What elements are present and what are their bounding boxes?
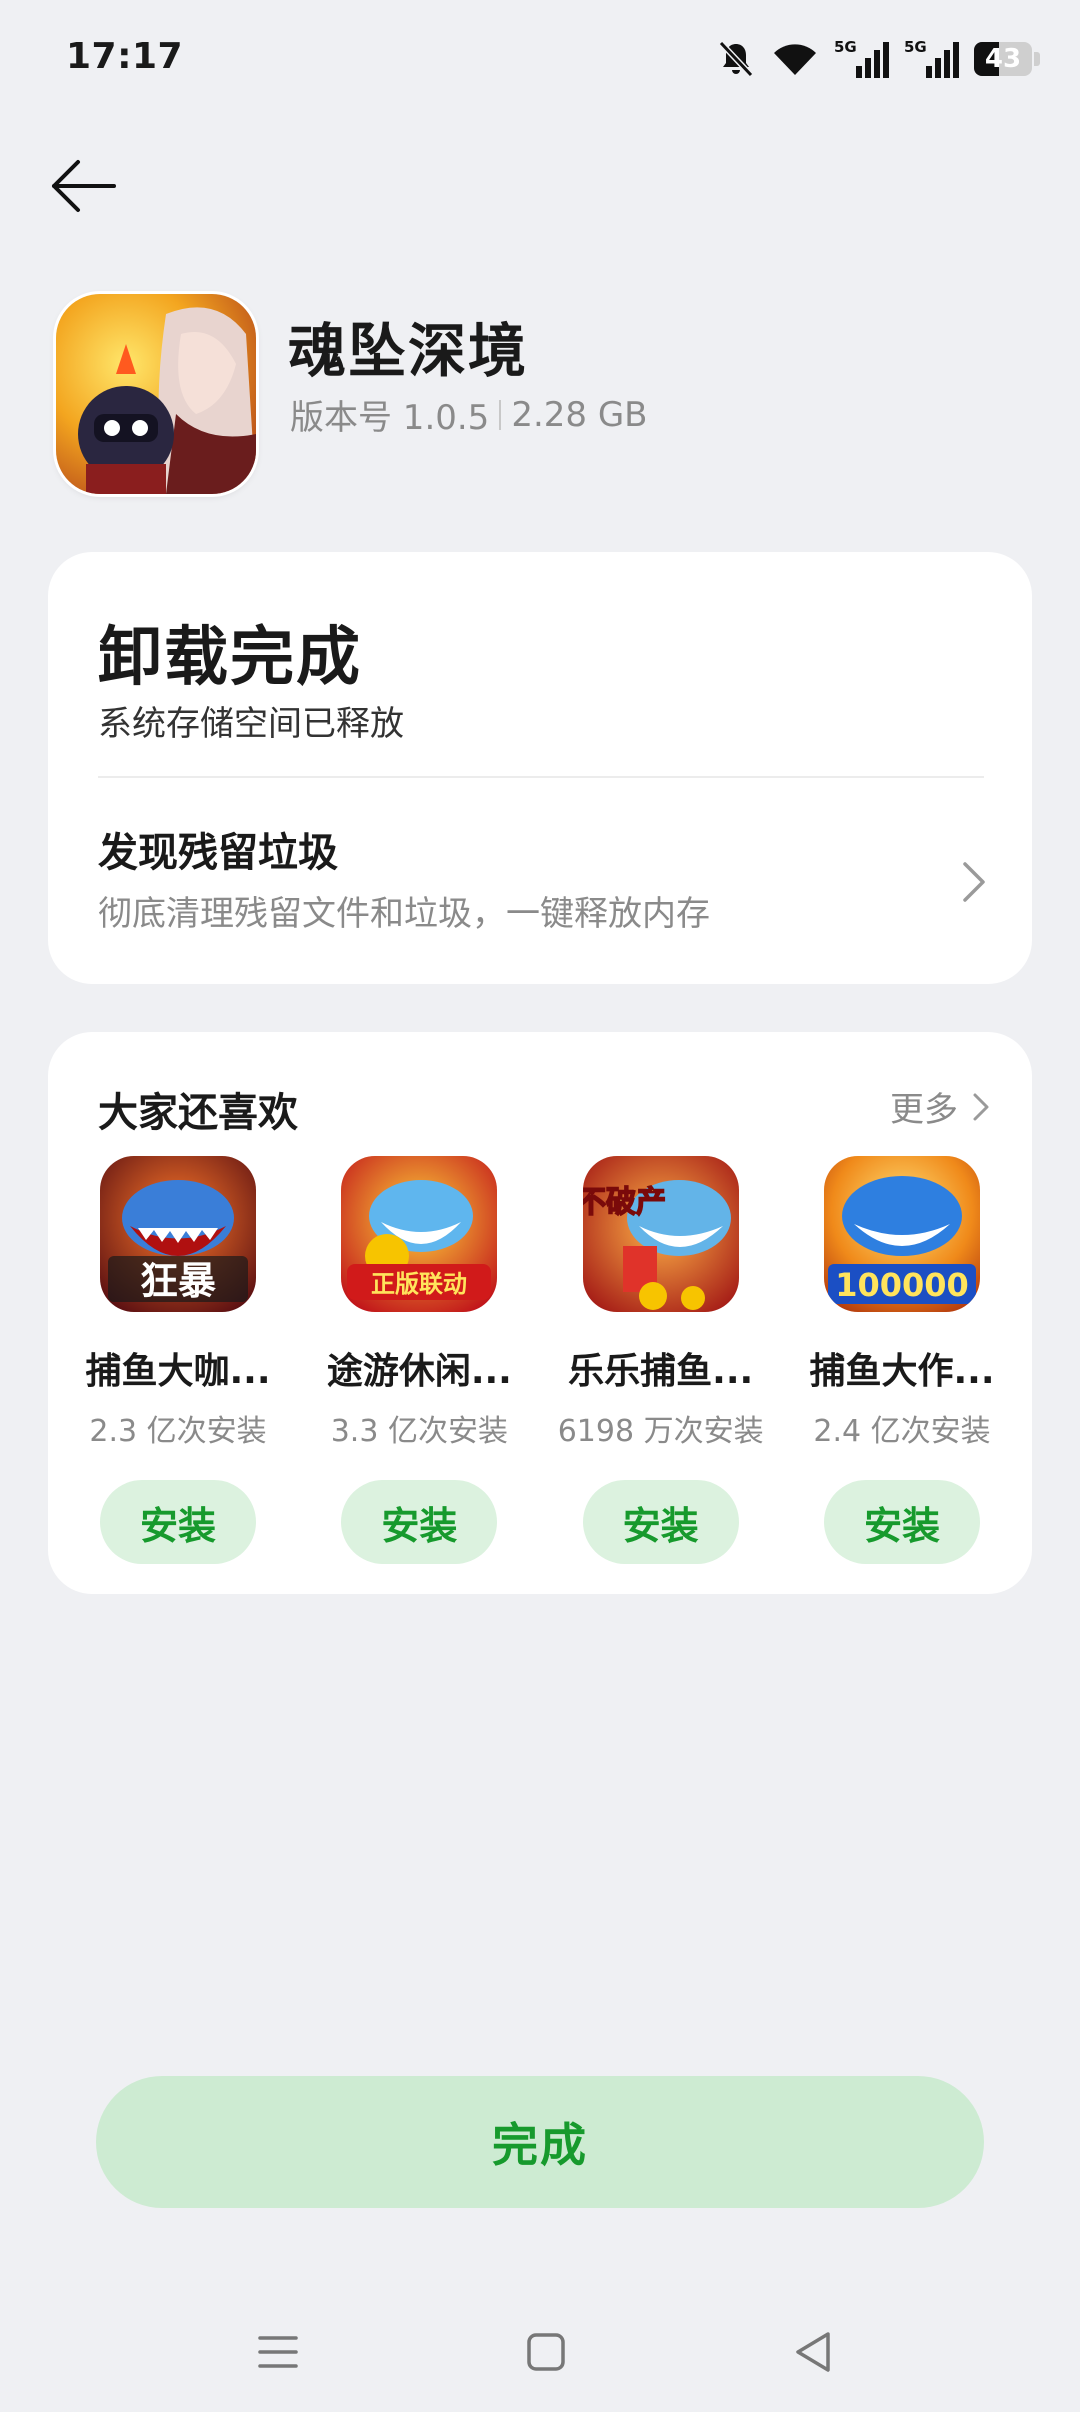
install-button[interactable]: 安装 [582, 1480, 739, 1564]
wifi-icon [770, 39, 820, 79]
install-button[interactable]: 安装 [823, 1480, 980, 1564]
recommended-app-item[interactable]: 100000 捕鱼大作... 2.4 亿次安装 安装 [792, 1156, 1012, 1564]
uninstall-title: 卸载完成 [98, 621, 362, 695]
app-size: 2.28 GB [511, 394, 648, 435]
install-count: 2.4 亿次安装 [813, 1414, 991, 1449]
signal-5g-label: 5G [834, 38, 857, 56]
app-name: 魂坠深境 [288, 317, 529, 385]
app-thumbnail[interactable]: 狂暴 [100, 1156, 256, 1312]
signal-5g-icon: 5G [904, 38, 960, 80]
back-button[interactable] [48, 150, 120, 222]
battery-level: 43 [984, 44, 1022, 74]
recommendations-title: 大家还喜欢 [98, 1090, 298, 1136]
app-version: 版本号 1.0.5 [290, 398, 490, 438]
residual-junk-row[interactable]: 发现残留垃圾 彻底清理残留文件和垃圾，一键释放内存 [48, 778, 1032, 984]
app-name: 途游休闲... [326, 1351, 512, 1392]
status-bar: 17:17 5G 5G 43 [0, 0, 1080, 120]
residual-junk-title: 发现残留垃圾 [98, 830, 338, 876]
back-triangle-icon[interactable] [784, 2322, 844, 2382]
more-label: 更多 [890, 1090, 958, 1130]
thumbnail-text: 100000 [835, 1266, 969, 1304]
thumbnail-text: 不破产 [583, 1185, 666, 1220]
recommended-app-item[interactable]: 狂暴 捕鱼大咖... 2.3 亿次安装 安装 [68, 1156, 288, 1564]
install-button[interactable]: 安装 [341, 1480, 498, 1564]
menu-icon[interactable] [248, 2322, 308, 2382]
done-button[interactable]: 完成 [96, 2076, 984, 2208]
thumbnail-text: 狂暴 [140, 1259, 216, 1303]
home-icon[interactable] [516, 2322, 576, 2382]
install-count: 3.3 亿次安装 [330, 1414, 508, 1449]
app-thumbnail[interactable]: 正版联动 [341, 1156, 498, 1312]
battery-icon: 43 [974, 42, 1040, 76]
residual-junk-subtitle: 彻底清理残留文件和垃圾，一键释放内存 [98, 894, 710, 934]
mute-bell-icon [716, 39, 756, 79]
app-name: 捕鱼大咖... [85, 1351, 271, 1392]
more-link[interactable]: 更多 [890, 1082, 990, 1131]
app-thumbnail[interactable]: 100000 [823, 1156, 980, 1312]
install-count: 2.3 亿次安装 [89, 1414, 267, 1449]
uninstall-result-card: 卸载完成 系统存储空间已释放 发现残留垃圾 彻底清理残留文件和垃圾，一键释放内存 [48, 552, 1032, 984]
uninstall-subtitle: 系统存储空间已释放 [98, 704, 404, 744]
chevron-right-icon [963, 862, 985, 902]
install-count: 6198 万次安装 [557, 1414, 764, 1449]
app-icon [56, 294, 256, 494]
thumbnail-text: 正版联动 [371, 1270, 467, 1298]
install-button[interactable]: 安装 [100, 1480, 256, 1564]
meta-divider [499, 399, 502, 430]
app-meta: 版本号 1.0.5 2.28 GB [290, 390, 648, 439]
recommendations-card: 大家还喜欢 更多 狂暴 捕鱼大咖... 2.3 亿次安装 安装 正版联动 途游休… [48, 1032, 1032, 1594]
chevron-right-icon [973, 1093, 989, 1120]
app-thumbnail[interactable]: 不破产 [582, 1156, 739, 1312]
recommended-app-item[interactable]: 正版联动 途游休闲... 3.3 亿次安装 安装 [309, 1156, 529, 1564]
recommended-apps-list: 狂暴 捕鱼大咖... 2.3 亿次安装 安装 正版联动 途游休闲... 3.3 … [68, 1156, 1012, 1564]
system-nav-bar [0, 2300, 1080, 2412]
signal-5g-label: 5G [904, 38, 927, 56]
recommended-app-item[interactable]: 不破产 乐乐捕鱼... 6198 万次安装 安装 [551, 1156, 771, 1564]
app-name: 捕鱼大作... [809, 1351, 995, 1392]
signal-5g-icon: 5G [834, 38, 890, 80]
status-icons: 5G 5G 43 [716, 38, 1040, 80]
app-name: 乐乐捕鱼... [568, 1351, 754, 1392]
status-time: 17:17 [66, 36, 184, 77]
arrow-left-icon [52, 160, 116, 212]
